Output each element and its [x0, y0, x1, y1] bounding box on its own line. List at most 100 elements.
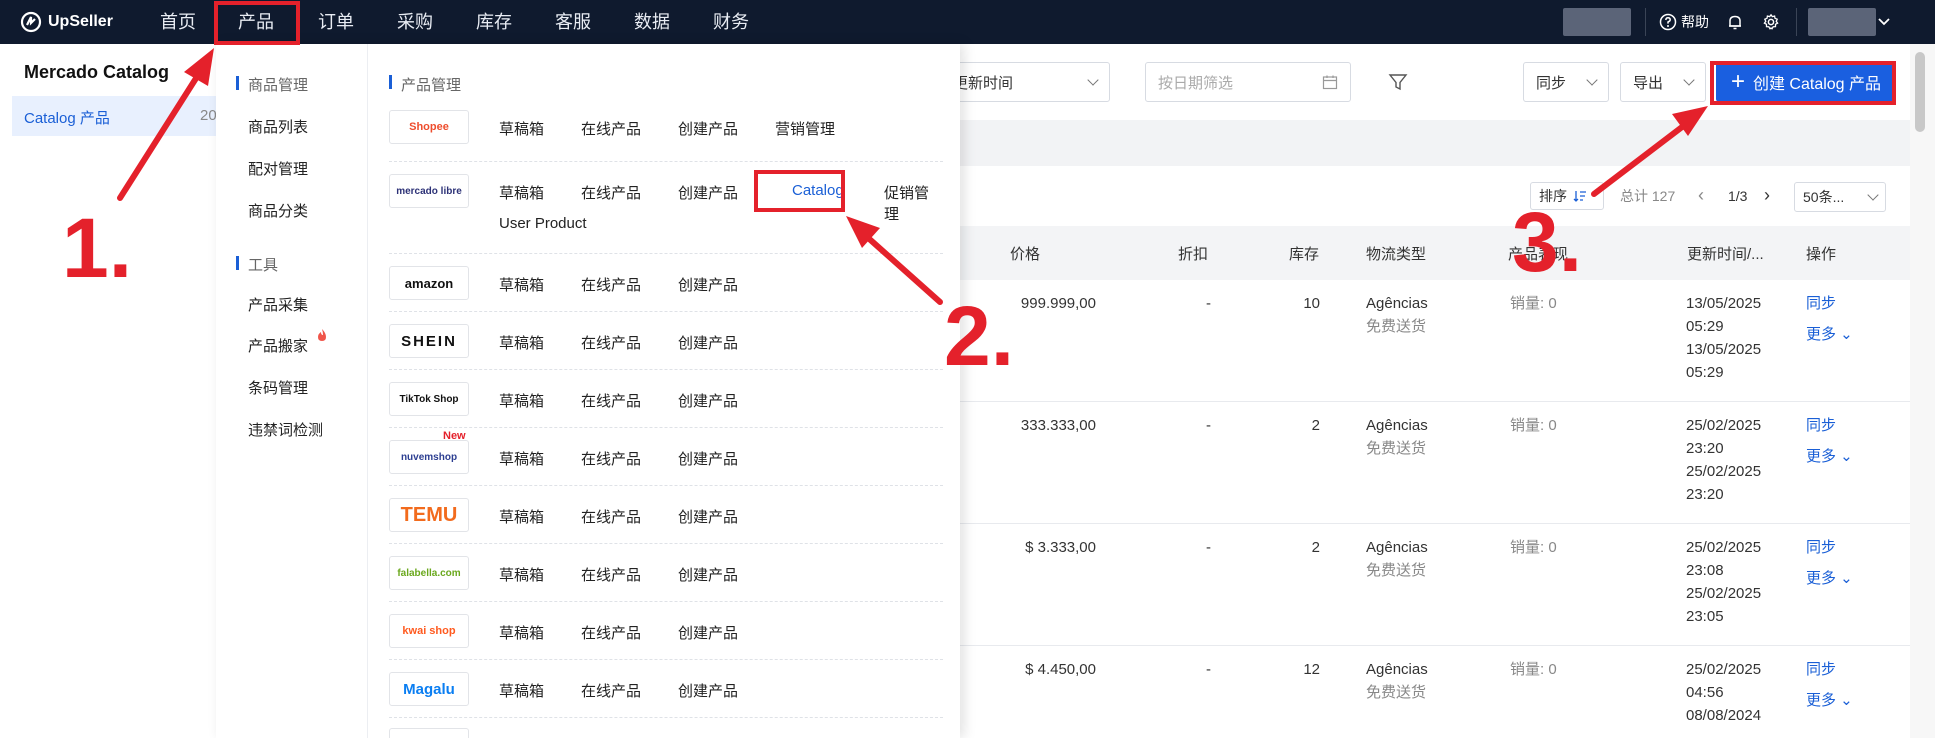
link-online-products[interactable]: 在线产品 — [581, 564, 641, 585]
nav-finance[interactable]: 财务 — [711, 0, 751, 44]
date-filter-input[interactable]: 按日期筛选 — [1145, 62, 1351, 102]
row-sales: 销量: 0 — [1510, 661, 1557, 678]
row-sync-link[interactable]: 同步 — [1806, 536, 1836, 559]
col-actions: 操作 — [1806, 246, 1837, 263]
link-create-product[interactable]: 创建产品 — [678, 274, 738, 295]
shop-switcher[interactable] — [1563, 8, 1631, 36]
link-drafts[interactable]: 草稿箱 — [499, 680, 544, 701]
row-more-link[interactable]: 更多 ⌄ — [1806, 689, 1853, 712]
chevron-down-icon[interactable] — [1878, 17, 1890, 27]
link-online-products[interactable]: 在线产品 — [581, 390, 641, 411]
prev-page-button[interactable]: ‹ — [1698, 184, 1704, 207]
row-time: 25/02/2025 — [1686, 661, 1762, 678]
link-promotions[interactable]: 促销管理 — [884, 182, 943, 224]
row-time: 23:05 — [1686, 608, 1724, 625]
link-online-products[interactable]: 在线产品 — [581, 274, 641, 295]
page-scrollbar[interactable] — [1910, 44, 1935, 738]
nav-customer-service[interactable]: 客服 — [553, 0, 593, 44]
platform-row-shopee: Shopee 草稿箱 在线产品 创建产品 营销管理 — [389, 110, 943, 162]
sort-field-select[interactable]: 更新时间 — [940, 62, 1110, 102]
menu-item-product-move[interactable]: 产品搬家 — [248, 335, 308, 356]
link-create-product[interactable]: 创建产品 — [678, 332, 738, 353]
link-drafts[interactable]: 草稿箱 — [499, 448, 544, 469]
account-menu[interactable] — [1808, 8, 1876, 36]
menu-item-barcode[interactable]: 条码管理 — [248, 377, 308, 398]
link-create-product[interactable]: 创建产品 — [678, 448, 738, 469]
scrollbar-thumb[interactable] — [1915, 52, 1925, 132]
upseller-logo-icon — [20, 11, 42, 33]
gear-icon — [1763, 13, 1779, 30]
row-stock: 12 — [1303, 661, 1320, 678]
menu-item-product-collect[interactable]: 产品采集 — [248, 294, 308, 315]
platform-row-mercado-libre: mercado libre 草稿箱 在线产品 创建产品 Catalog 促销管理… — [389, 162, 943, 254]
link-create-product[interactable]: 创建产品 — [678, 390, 738, 411]
row-sync-link[interactable]: 同步 — [1806, 414, 1836, 437]
more-label: 更多 — [1806, 570, 1837, 587]
row-more-link[interactable]: 更多 ⌄ — [1806, 323, 1853, 346]
menu-item-prohibited-words[interactable]: 违禁词检测 — [248, 419, 323, 440]
sync-button[interactable]: 同步 — [1523, 62, 1609, 102]
row-time: 05:29 — [1686, 364, 1724, 381]
link-online-products[interactable]: 在线产品 — [581, 182, 641, 203]
nav-inventory[interactable]: 库存 — [474, 0, 514, 44]
link-user-product[interactable]: User Product — [499, 215, 587, 232]
more-label: 更多 — [1806, 692, 1837, 709]
menu-item-product-list[interactable]: 商品列表 — [248, 116, 308, 137]
row-time: 23:08 — [1686, 562, 1724, 579]
help-icon — [1659, 13, 1677, 31]
settings-button[interactable] — [1762, 0, 1780, 44]
row-sync-link[interactable]: 同步 — [1806, 292, 1836, 315]
row-stock: 2 — [1311, 417, 1320, 434]
link-online-products[interactable]: 在线产品 — [581, 118, 641, 139]
app-page: UpSeller 首页 产品 订单 采购 库存 客服 数据 财务 帮助 Merc… — [0, 0, 1935, 738]
link-create-product[interactable]: 创建产品 — [678, 680, 738, 701]
row-discount: - — [1206, 539, 1211, 556]
link-online-products[interactable]: 在线产品 — [581, 332, 641, 353]
row-more-link[interactable]: 更多 ⌄ — [1806, 567, 1853, 590]
link-online-products[interactable]: 在线产品 — [581, 448, 641, 469]
help-link[interactable]: 帮助 — [1659, 0, 1709, 44]
section-title: 产品管理 — [401, 77, 462, 94]
platform-row-amazon: amazon 草稿箱 在线产品 创建产品 — [389, 254, 943, 312]
link-drafts[interactable]: 草稿箱 — [499, 118, 544, 139]
notification-button[interactable] — [1726, 0, 1744, 44]
link-drafts[interactable]: 草稿箱 — [499, 390, 544, 411]
divider — [1796, 8, 1797, 36]
filter-icon[interactable] — [1388, 72, 1408, 92]
menu-right-column: 产品管理 Shopee 草稿箱 在线产品 创建产品 营销管理 mercado l… — [369, 44, 960, 738]
link-drafts[interactable]: 草稿箱 — [499, 506, 544, 527]
menu-item-categories[interactable]: 商品分类 — [248, 200, 308, 221]
page-indicator: 1/3 — [1728, 188, 1748, 204]
nav-purchase[interactable]: 采购 — [395, 0, 435, 44]
chevron-down-icon — [1867, 189, 1879, 201]
link-drafts[interactable]: 草稿箱 — [499, 622, 544, 643]
link-drafts[interactable]: 草稿箱 — [499, 274, 544, 295]
export-button[interactable]: 导出 — [1620, 62, 1706, 102]
row-more-link[interactable]: 更多 ⌄ — [1806, 445, 1853, 468]
link-drafts[interactable]: 草稿箱 — [499, 564, 544, 585]
menu-item-pairing[interactable]: 配对管理 — [248, 158, 308, 179]
link-marketing[interactable]: 营销管理 — [775, 118, 835, 139]
sidebar-item-catalog-products[interactable]: Catalog 产品 20 — [12, 96, 217, 136]
divider — [1645, 8, 1646, 36]
link-online-products[interactable]: 在线产品 — [581, 680, 641, 701]
brand-logo[interactable]: UpSeller — [20, 10, 113, 34]
link-online-products[interactable]: 在线产品 — [581, 506, 641, 527]
nav-home[interactable]: 首页 — [158, 0, 198, 44]
link-drafts[interactable]: 草稿箱 — [499, 332, 544, 353]
row-sync-link[interactable]: 同步 — [1806, 658, 1836, 681]
row-logistics: Agências — [1366, 661, 1428, 678]
link-create-product[interactable]: 创建产品 — [678, 182, 738, 203]
link-online-products[interactable]: 在线产品 — [581, 622, 641, 643]
link-create-product[interactable]: 创建产品 — [678, 622, 738, 643]
link-create-product[interactable]: 创建产品 — [678, 564, 738, 585]
row-logistics: Agências — [1366, 539, 1428, 556]
kwai-shop-logo: kwai shop — [389, 614, 469, 648]
nav-orders[interactable]: 订单 — [316, 0, 356, 44]
next-page-button[interactable]: › — [1764, 184, 1770, 207]
link-create-product[interactable]: 创建产品 — [678, 118, 738, 139]
link-create-product[interactable]: 创建产品 — [678, 506, 738, 527]
link-drafts[interactable]: 草稿箱 — [499, 182, 544, 203]
nav-data[interactable]: 数据 — [632, 0, 672, 44]
page-size-select[interactable]: 50条... — [1794, 182, 1886, 212]
